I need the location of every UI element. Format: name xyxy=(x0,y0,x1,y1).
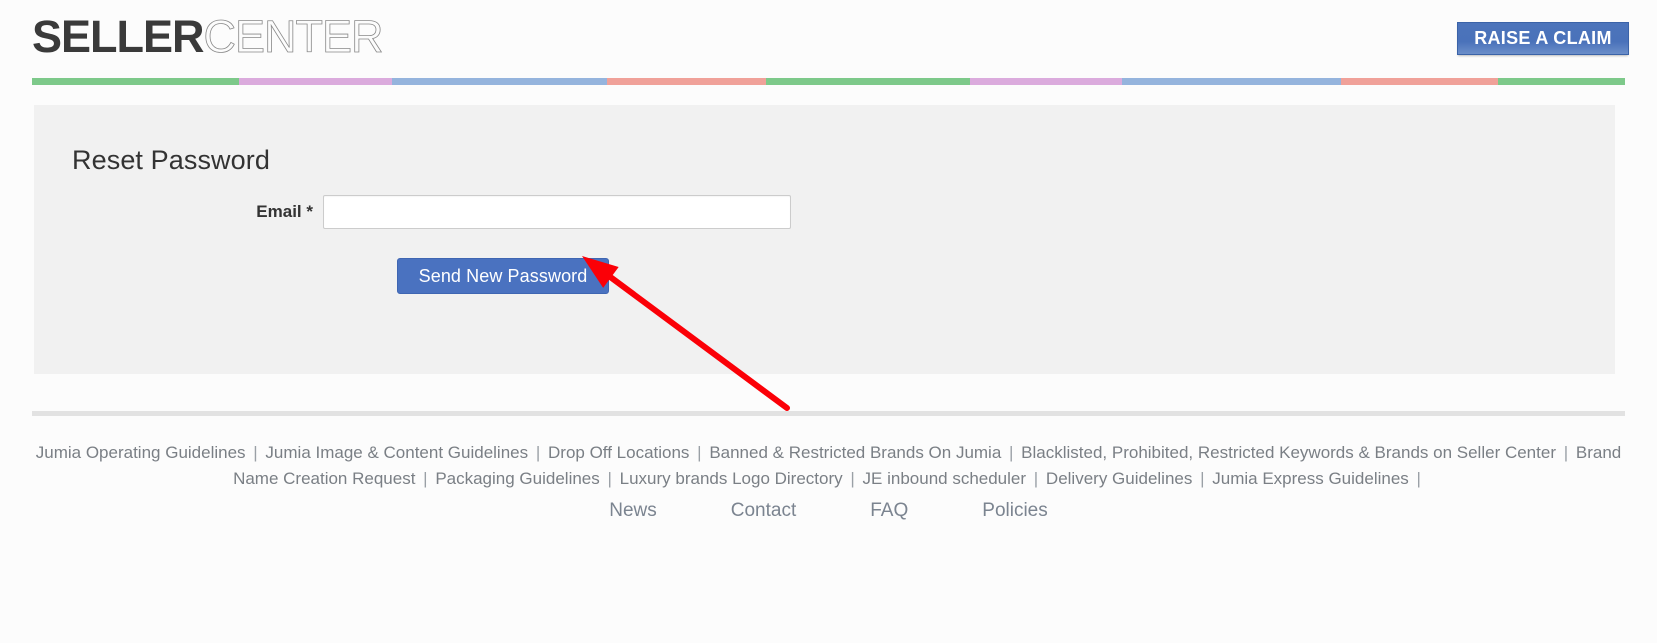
color-bar-segment-4 xyxy=(766,78,971,85)
email-input[interactable] xyxy=(323,195,791,229)
footer-link-separator: | xyxy=(692,443,707,462)
footer-link[interactable]: Blacklisted, Prohibited, Restricted Keyw… xyxy=(1021,443,1556,462)
email-label: Email * xyxy=(256,202,313,221)
raise-a-claim-button[interactable]: RAISE A CLAIM xyxy=(1457,22,1629,55)
send-new-password-button[interactable]: Send New Password xyxy=(397,258,609,294)
reset-password-panel: Reset Password Email * Send New Password xyxy=(34,105,1615,374)
footer-nav: News Contact FAQ Policies xyxy=(0,500,1657,522)
footer-nav-item[interactable]: Policies xyxy=(982,500,1047,522)
footer-link-separator: | xyxy=(1195,469,1210,488)
footer-link-separator: | xyxy=(602,469,617,488)
footer-link-separator: | xyxy=(248,443,263,462)
footer-link[interactable]: Jumia Operating Guidelines xyxy=(36,443,246,462)
footer-link[interactable]: Jumia Express Guidelines xyxy=(1212,469,1409,488)
color-bar-segment-3 xyxy=(607,78,767,85)
footer-link-separator: | xyxy=(418,469,433,488)
page-header: SELLERCENTER RAISE A CLAIM xyxy=(0,0,1657,76)
footer-link[interactable]: Jumia Image & Content Guidelines xyxy=(265,443,528,462)
footer-link-separator: | xyxy=(1411,469,1421,488)
decorative-color-bar xyxy=(32,78,1625,85)
footer-link[interactable]: Luxury brands Logo Directory xyxy=(620,469,843,488)
footer-link[interactable]: Drop Off Locations xyxy=(548,443,689,462)
footer-link-separator: | xyxy=(1004,443,1019,462)
footer-links-list: Jumia Operating Guidelines | Jumia Image… xyxy=(0,440,1657,492)
footer-link-separator: | xyxy=(845,469,860,488)
footer-link-separator: | xyxy=(1558,443,1573,462)
footer-link[interactable]: JE inbound scheduler xyxy=(863,469,1027,488)
color-bar-segment-6 xyxy=(1121,78,1342,85)
color-bar-segment-0 xyxy=(32,78,240,85)
page-title: Reset Password xyxy=(72,145,270,175)
logo-text-center: CENTER xyxy=(203,11,384,63)
footer-link-separator: | xyxy=(1029,469,1043,488)
footer-divider xyxy=(32,411,1625,416)
color-bar-segment-1 xyxy=(239,78,392,85)
footer-nav-item[interactable]: FAQ xyxy=(870,500,908,522)
color-bar-segment-8 xyxy=(1497,78,1625,85)
color-bar-segment-5 xyxy=(970,78,1122,85)
footer-link[interactable]: Delivery Guidelines xyxy=(1046,469,1192,488)
logo-text-seller: SELLER xyxy=(32,11,205,62)
seller-center-logo: SELLERCENTER xyxy=(32,9,384,64)
footer-link[interactable]: Banned & Restricted Brands On Jumia xyxy=(709,443,1001,462)
color-bar-segment-2 xyxy=(392,78,608,85)
footer-nav-item[interactable]: News xyxy=(609,500,657,522)
footer-link-separator: | xyxy=(531,443,545,462)
color-bar-segment-7 xyxy=(1341,78,1498,85)
email-form-row: Email * xyxy=(34,195,1615,229)
footer-nav-item[interactable]: Contact xyxy=(731,500,796,522)
footer-link[interactable]: Packaging Guidelines xyxy=(435,469,599,488)
